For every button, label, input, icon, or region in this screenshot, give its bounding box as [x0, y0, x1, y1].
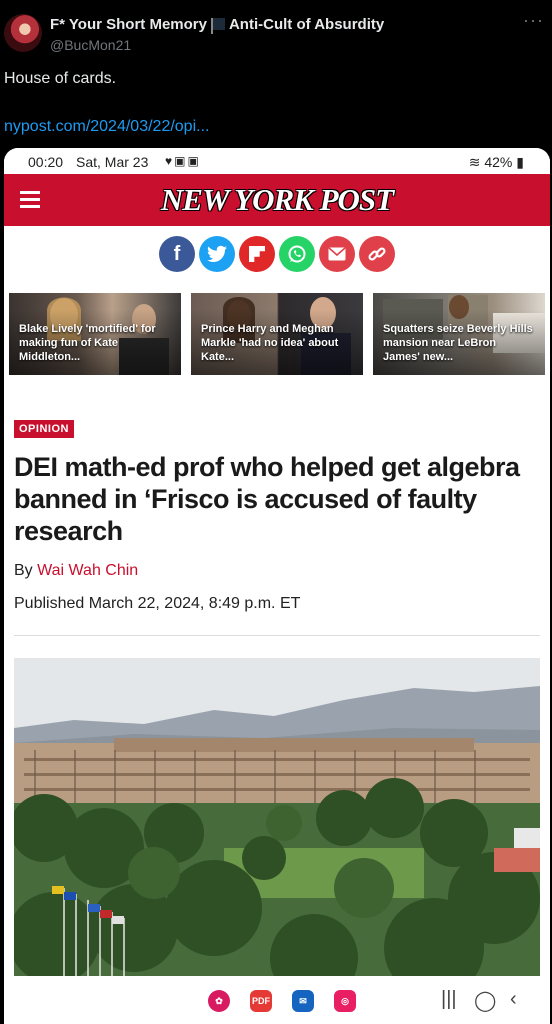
avatar[interactable] [4, 14, 42, 52]
byline: By Wai Wah Chin [14, 562, 138, 580]
author-handle[interactable]: @BucMon21 [50, 37, 131, 53]
outlook-app-icon[interactable]: ✉ [292, 990, 314, 1012]
email-icon[interactable] [319, 236, 355, 272]
status-date: Sat, Mar 23 [76, 154, 149, 170]
recent-apps-icon[interactable]: ||| [441, 988, 457, 1011]
share-bar: f [4, 236, 550, 276]
status-right: ≋ 42% ▮ [469, 154, 524, 171]
story-card[interactable]: Squatters seize Beverly Hills mansion ne… [373, 293, 545, 375]
home-icon[interactable]: ◯ [474, 988, 496, 1013]
tweet-link[interactable]: nypost.com/2024/03/22/opi... [4, 118, 209, 136]
article-photo[interactable] [14, 658, 540, 976]
tweet-header: F* Your Short Memory Anti-Cult of Absurdi… [0, 0, 552, 60]
notification-icons: ♥▣▣ [165, 154, 201, 168]
phone-status-bar: 00:20 Sat, Mar 23 ♥▣▣ ≋ 42% ▮ [4, 148, 550, 174]
site-header: NEW YORK POST [4, 174, 550, 226]
story-title: Blake Lively 'mortified' for making fun … [19, 323, 156, 363]
facebook-icon[interactable]: f [159, 236, 195, 272]
pdf-app-icon[interactable]: PDF [250, 990, 272, 1012]
story-card[interactable]: Blake Lively 'mortified' for making fun … [9, 293, 181, 375]
story-card[interactable]: Prince Harry and Meghan Markle 'had no i… [191, 293, 363, 375]
author-link[interactable]: Wai Wah Chin [37, 562, 138, 579]
author-name[interactable]: F* Your Short Memory Anti-Cult of Absurdi… [50, 16, 385, 34]
phone-bottom-nav: ✿ PDF ✉ ◎ ||| ◯ ‹ [4, 976, 550, 1024]
link-icon[interactable] [359, 236, 395, 272]
article-headline: DEI math-ed prof who helped get algebra … [14, 452, 520, 546]
flipboard-icon[interactable] [239, 236, 275, 272]
section-badge[interactable]: OPINION [14, 420, 74, 438]
tweet-text: House of cards. [4, 70, 117, 87]
published-date: Published March 22, 2024, 8:49 p.m. ET [14, 595, 301, 612]
battery-level: 42% [484, 154, 513, 170]
flower-app-icon[interactable]: ✿ [208, 990, 230, 1012]
author-name-text: F* Your Short Memory [50, 16, 207, 33]
battery-icon: ▮ [516, 154, 524, 170]
wifi-icon: ≋ [468, 154, 481, 170]
author-name-suffix: Anti-Cult of Absurdity [228, 16, 385, 33]
status-time: 00:20 [28, 154, 64, 170]
divider [14, 635, 540, 636]
more-options-icon[interactable]: ··· [523, 10, 544, 31]
site-logo[interactable]: NEW YORK POST [4, 182, 550, 218]
flag-icon [210, 18, 225, 34]
twitter-icon[interactable] [199, 236, 235, 272]
story-title: Squatters seize Beverly Hills mansion ne… [383, 323, 533, 363]
trending-stories: Blake Lively 'mortified' for making fun … [9, 293, 549, 375]
story-title: Prince Harry and Meghan Markle 'had no i… [201, 323, 339, 363]
embedded-screenshot[interactable]: 00:20 Sat, Mar 23 ♥▣▣ ≋ 42% ▮ NEW YORK P… [4, 148, 550, 1024]
camera-app-icon[interactable]: ◎ [334, 990, 356, 1012]
back-icon[interactable]: ‹ [510, 988, 517, 1011]
whatsapp-icon[interactable] [279, 236, 315, 272]
byline-prefix: By [14, 562, 38, 579]
